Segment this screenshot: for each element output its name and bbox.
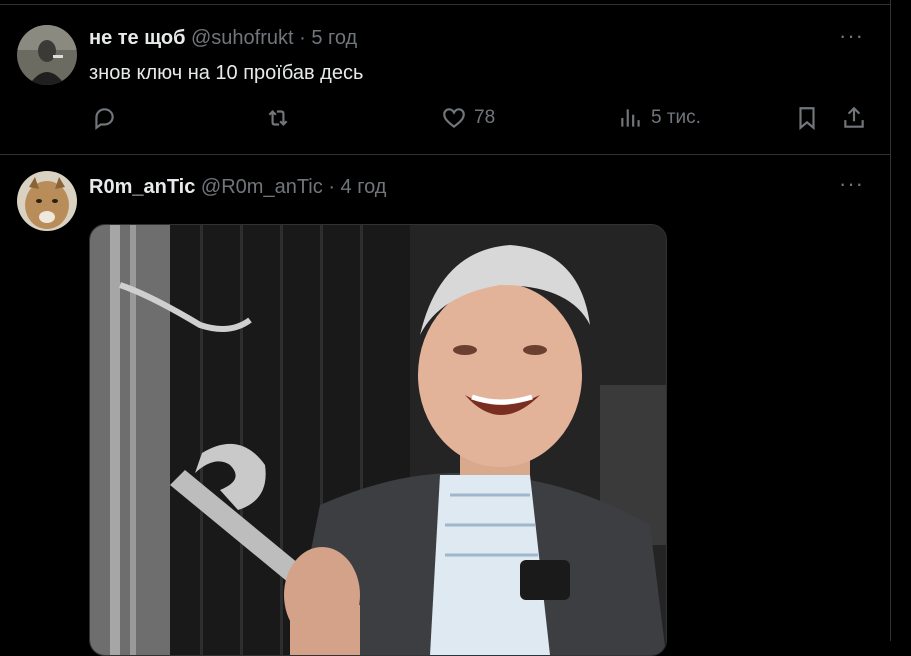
retweet-icon [268,109,288,127]
tweet-media[interactable] [89,224,667,656]
tweet-header: не те щоб @suhofrukt · 5 год [89,27,357,50]
bookmark-icon [799,107,815,131]
timestamp[interactable]: · 5 год [299,27,357,49]
handle[interactable]: @R0m_anTic [201,176,323,198]
avatar[interactable] [17,25,77,85]
tweet-actions: 78 5 тис. [89,105,869,139]
display-name[interactable]: не те щоб [89,27,185,49]
views-icon [621,109,640,127]
timeline: не те щоб @suhofrukt · 5 год ··· знов кл… [0,0,891,656]
tweet[interactable]: не те щоб @suhofrukt · 5 год ··· знов кл… [0,4,890,155]
timestamp[interactable]: · 4 год [328,176,386,198]
display-name[interactable]: R0m_anTic [89,176,195,198]
like-icon [443,108,465,129]
handle[interactable]: @suhofrukt [191,27,294,49]
more-icon[interactable]: ··· [839,23,864,49]
views-button[interactable]: 5 тис. [618,105,701,131]
like-button[interactable]: 78 [441,105,495,131]
avatar-image [17,25,77,85]
like-count: 78 [474,107,496,128]
share-button[interactable] [841,105,867,131]
reply-icon [95,108,114,130]
retweet-button[interactable] [265,105,291,131]
views-count: 5 тис. [651,107,701,128]
avatar[interactable] [17,171,77,231]
share-icon [844,106,864,128]
media-image [90,225,666,655]
avatar-image [17,171,77,231]
more-icon[interactable]: ··· [839,171,864,197]
tweet[interactable]: R0m_anTic @R0m_anTic · 4 год ··· [0,154,890,656]
bookmark-button[interactable] [794,105,820,131]
reply-button[interactable] [91,105,117,131]
tweet-header: R0m_anTic @R0m_anTic · 4 год [89,176,386,199]
tweet-text: знов ключ на 10 проїбав десь [89,62,364,84]
